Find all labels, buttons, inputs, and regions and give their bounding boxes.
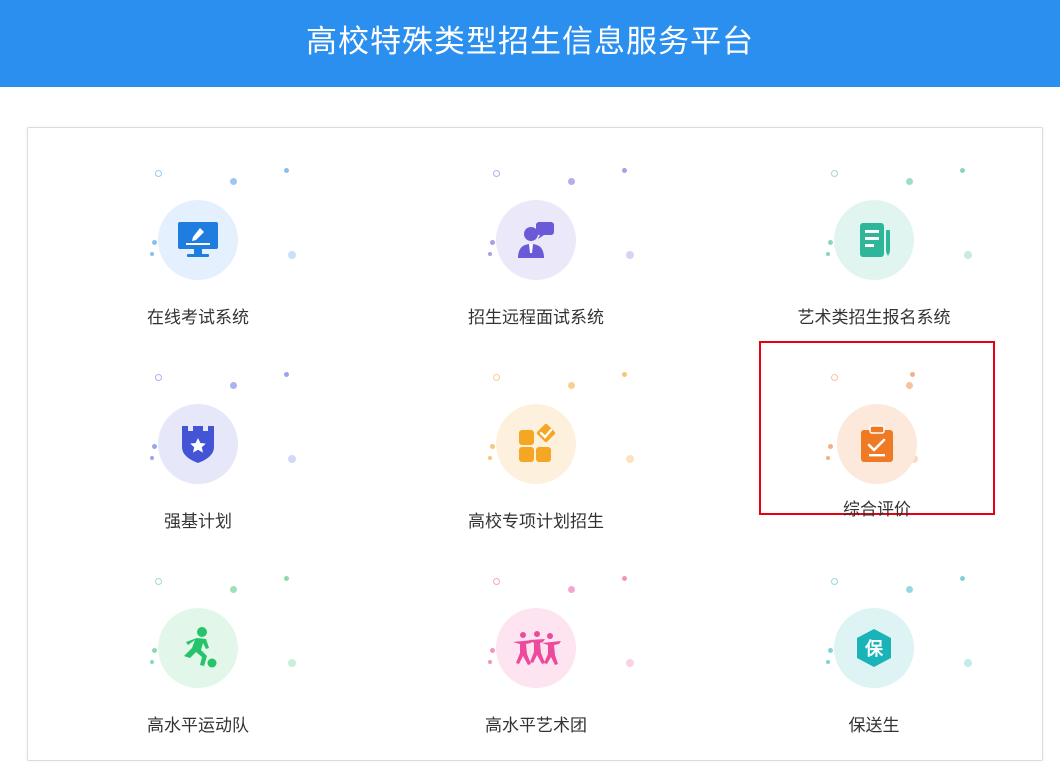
tile-special-plan[interactable]: 高校专项计划招生	[421, 352, 651, 532]
interviewer-icon	[496, 200, 576, 280]
tile-label: 强基计划	[164, 512, 232, 532]
tile-sports-team[interactable]: 高水平运动队	[83, 556, 313, 736]
tile-art-enrollment[interactable]: 艺术类招生报名系统	[759, 148, 989, 328]
badge-bao-icon: 保	[834, 608, 914, 688]
castle-shield-icon	[158, 404, 238, 484]
tile-recommended-students[interactable]: 保 保送生	[759, 556, 989, 736]
dancers-icon	[496, 608, 576, 688]
svg-text:保: 保	[864, 638, 884, 660]
tile-art-troupe[interactable]: 高水平艺术团	[421, 556, 651, 736]
tile-label: 综合评价	[843, 500, 911, 520]
tile-online-exam[interactable]: 在线考试系统	[83, 148, 313, 328]
apps-check-icon	[496, 404, 576, 484]
tile-label: 高水平艺术团	[485, 716, 587, 736]
site-header: 高校特殊类型招生信息服务平台	[0, 0, 1060, 87]
service-panel: 在线考试系统 招生远程面试系统 艺术类招生报名系统 强基计划 高校专项计划招生 …	[27, 127, 1043, 761]
tile-label: 艺术类招生报名系统	[797, 308, 951, 328]
tile-label: 高水平运动队	[147, 716, 249, 736]
document-pen-icon	[834, 200, 914, 280]
tile-label: 在线考试系统	[147, 308, 249, 328]
site-title: 高校特殊类型招生信息服务平台	[306, 24, 754, 60]
soccer-player-icon	[158, 608, 238, 688]
monitor-pen-icon	[158, 200, 238, 280]
clipboard-check-icon	[837, 404, 917, 484]
tile-label: 招生远程面试系统	[468, 308, 604, 328]
tile-comprehensive-evaluation[interactable]: 综合评价	[759, 341, 995, 520]
tile-remote-interview[interactable]: 招生远程面试系统	[421, 148, 651, 328]
tile-label: 保送生	[848, 716, 900, 736]
tile-strong-base-plan[interactable]: 强基计划	[83, 352, 313, 532]
tile-label: 高校专项计划招生	[468, 512, 604, 532]
